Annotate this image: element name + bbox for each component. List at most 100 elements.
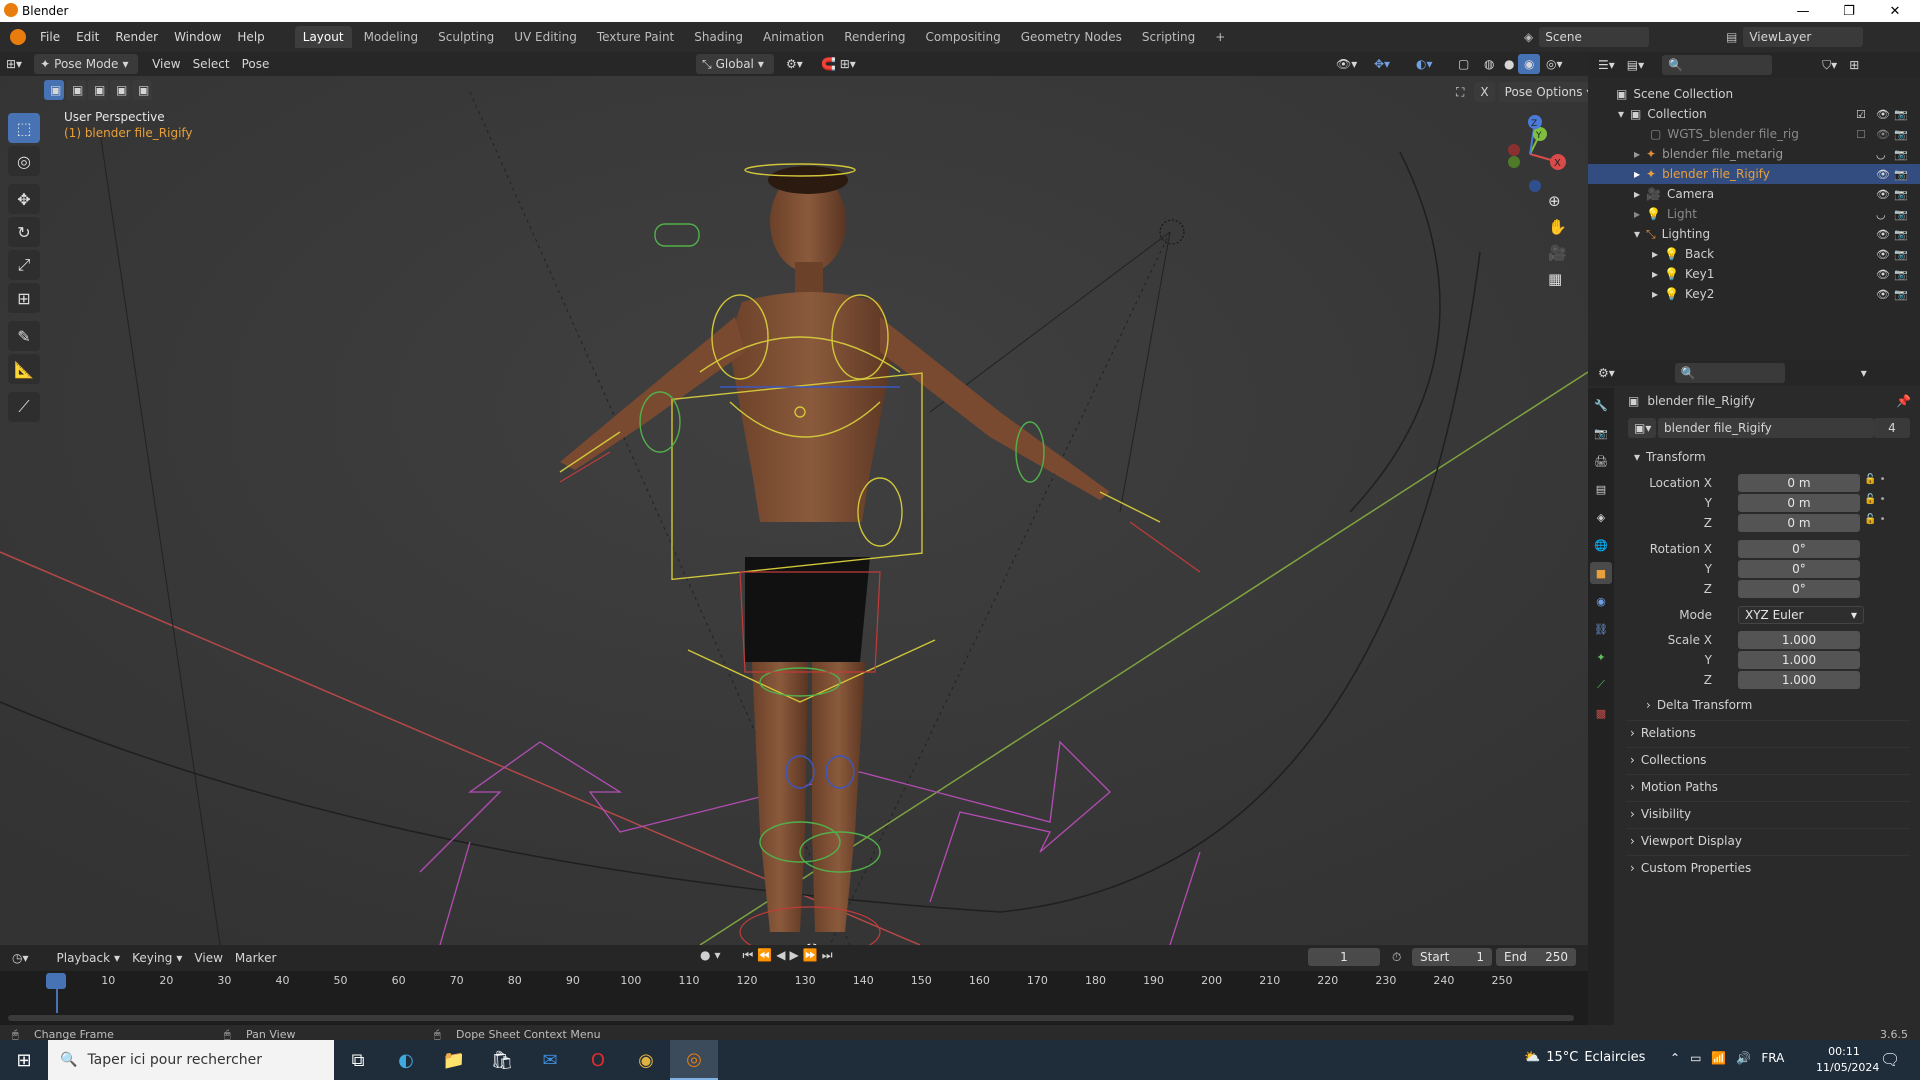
scene-tab-icon[interactable]: ◈ <box>1590 506 1612 528</box>
tab-rendering[interactable]: Rendering <box>836 26 913 48</box>
tab-layout[interactable]: Layout <box>294 26 352 48</box>
expand-icon[interactable]: ▾ <box>1618 107 1624 121</box>
camera-icon[interactable]: 📷 <box>1894 108 1908 121</box>
eye-icon[interactable]: ◡ <box>1876 148 1886 161</box>
transform-pivot-icon[interactable]: ⛶ <box>1450 82 1470 102</box>
pivot-icon[interactable]: ⚙▾ <box>780 54 809 74</box>
pan-hand-icon[interactable]: ✋ <box>1548 218 1567 236</box>
jump-end-icon[interactable]: ⏭ <box>822 948 833 963</box>
tab-animation[interactable]: Animation <box>755 26 832 48</box>
tab-scripting[interactable]: Scripting <box>1134 26 1203 48</box>
expand-icon[interactable]: ▸ <box>1634 147 1640 161</box>
outliner-row-collection[interactable]: ▾ ▣ Collection ☑ 👁 📷 <box>1588 104 1920 124</box>
constraints-tab-icon[interactable]: ⛓ <box>1590 618 1612 640</box>
taskbar-search-box[interactable]: 🔍 Taper ici pour rechercher <box>48 1040 334 1080</box>
bone-tool-icon[interactable]: ⟋ <box>8 392 40 422</box>
tab-modeling[interactable]: Modeling <box>356 26 427 48</box>
current-frame-field[interactable]: 1 <box>1308 948 1380 966</box>
select-new-icon[interactable]: ▣ <box>44 80 64 100</box>
lock-icon[interactable]: 🔓 • <box>1864 514 1886 532</box>
pin-icon[interactable]: 📌 <box>1896 394 1911 408</box>
annotate-icon[interactable]: ✎ <box>8 321 40 351</box>
outliner-row-lighting[interactable]: ▾ ⤡ Lighting 👁 📷 <box>1588 224 1920 244</box>
play-icon[interactable]: ▶ <box>790 948 799 963</box>
lock-icon[interactable]: 🔓 • <box>1864 494 1886 512</box>
zoom-icon[interactable]: ⊕ <box>1548 192 1567 210</box>
blender-menu-icon[interactable] <box>10 29 26 45</box>
tab-shading[interactable]: Shading <box>686 26 751 48</box>
eye-icon[interactable]: 👁 <box>1876 108 1890 121</box>
timeline-view-menu[interactable]: View <box>188 948 228 968</box>
jump-start-icon[interactable]: ⏮ <box>743 948 754 963</box>
timeline-editor-icon[interactable]: ◷▾ <box>6 948 35 968</box>
measure-icon[interactable]: 📐 <box>8 354 40 384</box>
panel-motion-paths[interactable]: › Motion Paths <box>1626 774 1910 798</box>
tab-geometry-nodes[interactable]: Geometry Nodes <box>1013 26 1130 48</box>
panel-viewport-display[interactable]: › Viewport Display <box>1626 828 1910 852</box>
blender-taskbar-icon[interactable]: ◎ <box>670 1040 718 1080</box>
end-frame-field[interactable]: End 250 <box>1496 948 1576 966</box>
delta-transform-header[interactable]: › Delta Transform <box>1646 698 1752 712</box>
rotation-z-field[interactable]: 0° <box>1738 580 1860 598</box>
menu-window[interactable]: Window <box>166 30 229 44</box>
shading-rendered-icon[interactable]: ◎▾ <box>1540 54 1569 74</box>
camera-icon[interactable]: 📷 <box>1894 188 1908 201</box>
camera-icon[interactable]: 📷 <box>1894 228 1908 241</box>
eye-icon[interactable]: 👁 <box>1876 168 1890 181</box>
eye-icon[interactable]: 👁 <box>1876 228 1890 241</box>
rotation-x-field[interactable]: 0° <box>1738 540 1860 558</box>
scale-x-field[interactable]: 1.000 <box>1738 631 1860 649</box>
scale-icon[interactable]: ⤢ <box>8 250 40 280</box>
language-indicator[interactable]: FRA <box>1761 1051 1784 1065</box>
navigation-gizmo[interactable]: X Y Z <box>1490 112 1570 202</box>
opera-icon[interactable]: O <box>574 1040 622 1080</box>
network-icon[interactable]: 📶 <box>1711 1051 1726 1065</box>
lock-icon[interactable]: 🔓 • <box>1864 474 1886 492</box>
camera-icon[interactable]: 📷 <box>1894 128 1908 141</box>
texture-tab-icon[interactable]: ▩ <box>1590 702 1612 724</box>
expand-icon[interactable]: ▾ <box>1634 227 1640 241</box>
eye-icon[interactable]: 👁 <box>1876 188 1890 201</box>
armature-data-tab-icon[interactable]: ✦ <box>1590 646 1612 668</box>
restore-button[interactable]: ❐ <box>1826 0 1872 22</box>
tray-device-icon[interactable]: ▭ <box>1690 1051 1701 1065</box>
world-tab-icon[interactable]: 🌐 <box>1590 534 1612 556</box>
expand-icon[interactable]: ▸ <box>1634 207 1640 221</box>
menu-render[interactable]: Render <box>107 30 166 44</box>
pose-options-dropdown[interactable]: Pose Options▾ <box>1498 82 1588 102</box>
tab-uv-editing[interactable]: UV Editing <box>506 26 585 48</box>
snap-icon[interactable]: 🧲 ⊞▾ <box>815 54 862 74</box>
expand-icon[interactable]: ▸ <box>1652 247 1658 261</box>
render-tab-icon[interactable]: 📷 <box>1590 422 1612 444</box>
panel-custom-properties[interactable]: › Custom Properties <box>1626 855 1910 879</box>
next-keyframe-icon[interactable]: ⏩ <box>803 948 818 963</box>
outliner-row-camera[interactable]: ▸ 🎥 Camera 👁 📷 <box>1588 184 1920 204</box>
menu-select[interactable]: Select <box>187 54 236 74</box>
datablock-browse-icon[interactable]: ▣▾ <box>1628 418 1656 438</box>
panel-visibility[interactable]: › Visibility <box>1626 801 1910 825</box>
eye-icon[interactable]: 👁 <box>1876 128 1890 141</box>
location-x-field[interactable]: 0 m <box>1738 474 1860 492</box>
physics-tab-icon[interactable]: ◉ <box>1590 590 1612 612</box>
location-z-field[interactable]: 0 m <box>1738 514 1860 532</box>
display-mode-icon[interactable]: ▤▾ <box>1621 55 1650 75</box>
outliner-row-key2[interactable]: ▸ 💡 Key2 👁 📷 <box>1588 284 1920 304</box>
camera-icon[interactable]: 📷 <box>1894 288 1908 301</box>
orientation-dropdown[interactable]: ⤡ Global ▾ <box>696 54 774 74</box>
select-subtract-icon[interactable]: ▣ <box>88 80 108 100</box>
menu-file[interactable]: File <box>32 30 68 44</box>
close-button[interactable]: ✕ <box>1872 0 1918 22</box>
mirror-x-icon[interactable]: X <box>1474 82 1495 102</box>
outliner-row-light[interactable]: ▸ 💡 Light ◡ 📷 <box>1588 204 1920 224</box>
add-workspace-button[interactable]: + <box>1207 26 1233 48</box>
panel-relations[interactable]: › Relations <box>1626 720 1910 744</box>
play-reverse-icon[interactable]: ◀ <box>776 948 785 963</box>
menu-help[interactable]: Help <box>229 30 272 44</box>
start-frame-field[interactable]: Start 1 <box>1412 948 1492 966</box>
chevron-down-icon[interactable]: ▾ <box>1855 363 1873 383</box>
notifications-icon[interactable]: 🗨 <box>1880 1050 1900 1069</box>
eye-icon[interactable]: 👁 <box>1876 288 1890 301</box>
rotation-y-field[interactable]: 0° <box>1738 560 1860 578</box>
eye-icon[interactable]: ◡ <box>1876 208 1886 221</box>
outliner-search-input[interactable]: 🔍 <box>1662 55 1773 75</box>
